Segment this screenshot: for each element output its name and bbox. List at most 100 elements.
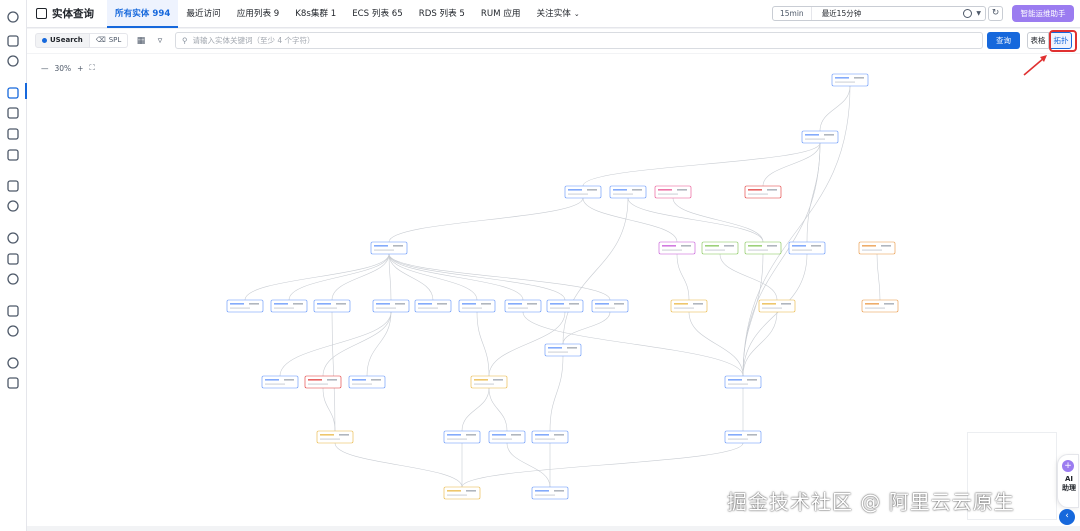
cloud-icon[interactable]: [6, 10, 20, 24]
collapse-icon[interactable]: ‹: [1059, 509, 1075, 525]
page-title-text: 实体查询: [52, 8, 94, 20]
tab-recent[interactable]: 最近访问: [178, 0, 228, 28]
query-mode-switch: USearch ⌫ SPL: [35, 33, 129, 48]
topology-highlight-box: [1049, 30, 1077, 52]
topology-node[interactable]: [443, 430, 481, 444]
topology-edge: [819, 85, 851, 132]
topology-node[interactable]: [504, 299, 542, 313]
topology-node[interactable]: [788, 241, 826, 255]
topology-node[interactable]: [564, 185, 602, 199]
settings-icon[interactable]: [6, 199, 20, 213]
tab-rum[interactable]: RUM 应用: [473, 0, 529, 28]
topology-node[interactable]: [546, 299, 584, 313]
topology-edge: [331, 253, 390, 301]
topology-edge: [388, 253, 478, 301]
storage-icon[interactable]: [6, 252, 20, 266]
topology-node[interactable]: [316, 430, 354, 444]
entity-query-icon[interactable]: [6, 86, 20, 100]
topology-edge: [876, 253, 881, 301]
refresh-button[interactable]: ↻: [988, 6, 1003, 21]
mode-spl[interactable]: ⌫ SPL: [89, 33, 129, 48]
dashboard-icon[interactable]: [6, 179, 20, 193]
ai-helper-panel[interactable]: + AI 助理: [1057, 454, 1079, 508]
topology-node[interactable]: [488, 430, 526, 444]
mode-usearch[interactable]: USearch: [35, 33, 90, 48]
topology-edge: [742, 85, 851, 377]
fit-view-icon[interactable]: ⛶: [89, 63, 94, 73]
topology-edge: [676, 253, 690, 301]
topology-node[interactable]: [313, 299, 351, 313]
topology-node[interactable]: [654, 185, 692, 199]
entity-search-box: ⚲: [175, 32, 983, 49]
topology-node[interactable]: [531, 486, 569, 500]
usearch-icon: [42, 38, 47, 43]
topology-node[interactable]: [701, 241, 739, 255]
search-icon[interactable]: [6, 54, 20, 68]
topology-node[interactable]: [758, 299, 796, 313]
topology-node[interactable]: [370, 241, 408, 255]
topology-node[interactable]: [372, 299, 410, 313]
topology-edge: [627, 197, 764, 243]
layout-icon[interactable]: ▦: [134, 34, 148, 48]
topology-node[interactable]: [670, 299, 708, 313]
topology-node[interactable]: [724, 375, 762, 389]
topology-node[interactable]: [544, 343, 582, 357]
zoom-out-icon[interactable]: —: [41, 64, 49, 73]
topology-edge: [288, 253, 390, 301]
topology-node[interactable]: [744, 241, 782, 255]
ai-ops-assistant-button[interactable]: 智能运维助手: [1012, 5, 1074, 22]
topology-graph[interactable]: [27, 54, 1080, 526]
tab-ecs[interactable]: ECS 列表 65: [344, 0, 410, 28]
topology-canvas[interactable]: — 30% + ⛶ + AI 助理 ‹: [27, 54, 1080, 526]
home-icon[interactable]: [6, 34, 20, 48]
topology-node[interactable]: [658, 241, 696, 255]
filter-icon[interactable]: ▿: [153, 34, 167, 48]
table-view-button[interactable]: 表格: [1027, 32, 1049, 49]
entity-search-input[interactable]: [192, 36, 953, 45]
query-button[interactable]: 查询: [987, 32, 1020, 49]
topology-node[interactable]: [261, 375, 299, 389]
tab-followed[interactable]: 关注实体 ⌄: [529, 0, 588, 28]
zoom-in-icon[interactable]: +: [77, 64, 83, 73]
topology-edge: [582, 197, 678, 243]
watermark: 掘金技术社区 @ 阿里云云原生: [727, 490, 1015, 514]
alarm-icon[interactable]: [6, 148, 20, 162]
topology-node[interactable]: [831, 73, 869, 87]
topology-edge: [279, 311, 392, 377]
database-icon[interactable]: [6, 304, 20, 318]
topology-edge: [244, 253, 390, 301]
topology-node[interactable]: [270, 299, 308, 313]
cluster-icon[interactable]: [6, 231, 20, 245]
chevron-down-icon: ⌄: [573, 10, 580, 18]
cube-icon[interactable]: [6, 106, 20, 120]
topology-node[interactable]: [531, 430, 569, 444]
time-picker[interactable]: 15min 最近15分钟 ▼: [772, 6, 986, 21]
monitor-icon[interactable]: [6, 127, 20, 141]
topology-node[interactable]: [591, 299, 629, 313]
topology-node[interactable]: [304, 375, 342, 389]
topology-node[interactable]: [226, 299, 264, 313]
topology-edge: [388, 197, 584, 243]
gear-icon[interactable]: [6, 356, 20, 370]
topology-node[interactable]: [744, 185, 782, 199]
topology-edge: [719, 253, 778, 301]
tab-rds[interactable]: RDS 列表 5: [411, 0, 473, 28]
topology-node[interactable]: [861, 299, 899, 313]
topology-node[interactable]: [348, 375, 386, 389]
tab-k8s[interactable]: K8s集群 1: [287, 0, 344, 28]
tab-apps[interactable]: 应用列表 9: [229, 0, 288, 28]
globe-icon[interactable]: [6, 272, 20, 286]
time-range-label: 最近15分钟: [821, 9, 862, 18]
target-icon[interactable]: [6, 324, 20, 338]
topology-node[interactable]: [443, 486, 481, 500]
topology-node[interactable]: [609, 185, 647, 199]
topology-node[interactable]: [724, 430, 762, 444]
topology-node[interactable]: [470, 375, 508, 389]
topology-node[interactable]: [801, 130, 839, 144]
topology-node[interactable]: [458, 299, 496, 313]
topology-node[interactable]: [858, 241, 896, 255]
scan-icon[interactable]: [6, 376, 20, 390]
tab-all-entities[interactable]: 所有实体 994: [107, 0, 179, 28]
topology-edge: [388, 253, 524, 301]
topology-node[interactable]: [414, 299, 452, 313]
